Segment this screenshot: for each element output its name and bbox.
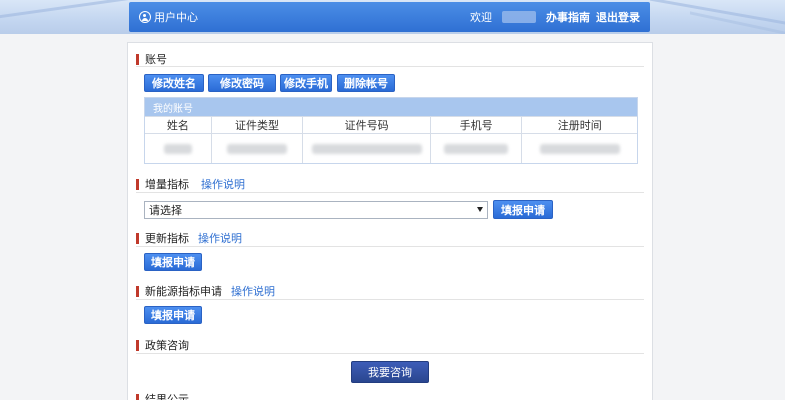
increment-section-title: 增量指标 操作说明 [136,176,245,192]
banner-decoration [0,0,130,19]
redacted-value [163,143,192,154]
account-table: 我的账号 姓名 证件类型 证件号码 手机号 注册时间 [144,97,638,164]
section-bar [136,178,139,190]
column-header: 姓名 [145,116,212,133]
table-row [145,133,637,163]
section-label: 增量指标 [145,178,189,191]
username-redacted [502,11,536,23]
section-bar [136,339,139,351]
welcome-text: 欢迎 [470,11,492,24]
increment-submit-button[interactable]: 填报申请 [493,200,553,219]
increment-help-link[interactable]: 操作说明 [201,176,245,192]
new-energy-section-title: 新能源指标申请 操作说明 [136,283,275,299]
divider [136,299,644,300]
section-bar [136,393,139,400]
edit-phone-button[interactable]: 修改手机 [280,74,332,92]
header-user-area: 欢迎 办事指南 退出登录 [470,9,640,25]
section-label: 政策咨询 [145,339,189,352]
table-cell [430,133,523,163]
new-energy-help-link[interactable]: 操作说明 [231,283,275,299]
user-center-panel: 账号 修改姓名 修改密码 修改手机 删除帐号 我的账号 姓名 证件类型 证件号码… [127,42,653,400]
site-header: 用户中心 欢迎 办事指南 退出登录 [129,2,650,32]
logout-link[interactable]: 退出登录 [596,9,640,25]
select-value: 请选择 [149,204,182,217]
header-title: 用户中心 [154,11,198,24]
update-section-title: 更新指标 操作说明 [136,230,242,246]
section-bar [136,53,139,65]
section-label: 账号 [145,53,167,66]
redacted-value [539,143,620,154]
banner-decoration [650,0,785,26]
column-header: 注册时间 [522,116,637,133]
section-label: 更新指标 [145,232,189,245]
table-caption: 我的账号 [145,98,637,116]
delete-account-button[interactable]: 删除帐号 [337,74,395,92]
new-energy-submit-button[interactable]: 填报申请 [144,306,202,324]
divider [136,192,644,193]
table-cell [211,133,304,163]
user-icon [139,11,151,23]
table-header-row: 姓名 证件类型 证件号码 手机号 注册时间 [145,116,637,133]
table-cell [303,133,431,163]
policy-section-title: 政策咨询 [136,337,189,353]
divider [136,246,644,247]
column-header: 证件号码 [303,116,431,133]
consult-button[interactable]: 我要咨询 [351,361,429,383]
section-bar [136,285,139,297]
update-submit-button[interactable]: 填报申请 [144,253,202,271]
divider [136,353,644,354]
table-cell [522,133,637,163]
section-label: 新能源指标申请 [145,285,222,298]
edit-password-button[interactable]: 修改密码 [208,74,276,92]
edit-name-button[interactable]: 修改姓名 [144,74,204,92]
update-help-link[interactable]: 操作说明 [198,230,242,246]
column-header: 手机号 [430,116,523,133]
section-label: 结果公示 [145,393,189,400]
guide-link[interactable]: 办事指南 [546,9,590,25]
account-section-title: 账号 [136,51,167,67]
redacted-value [444,143,509,154]
results-section-title: 结果公示 [136,391,189,400]
redacted-value [311,143,422,154]
dropdown-arrow-icon [477,207,483,212]
indicator-type-select[interactable]: 请选择 [144,201,488,219]
section-bar [136,232,139,244]
table-cell [145,133,212,163]
column-header: 证件类型 [211,116,304,133]
divider [136,66,644,67]
redacted-value [227,143,288,154]
